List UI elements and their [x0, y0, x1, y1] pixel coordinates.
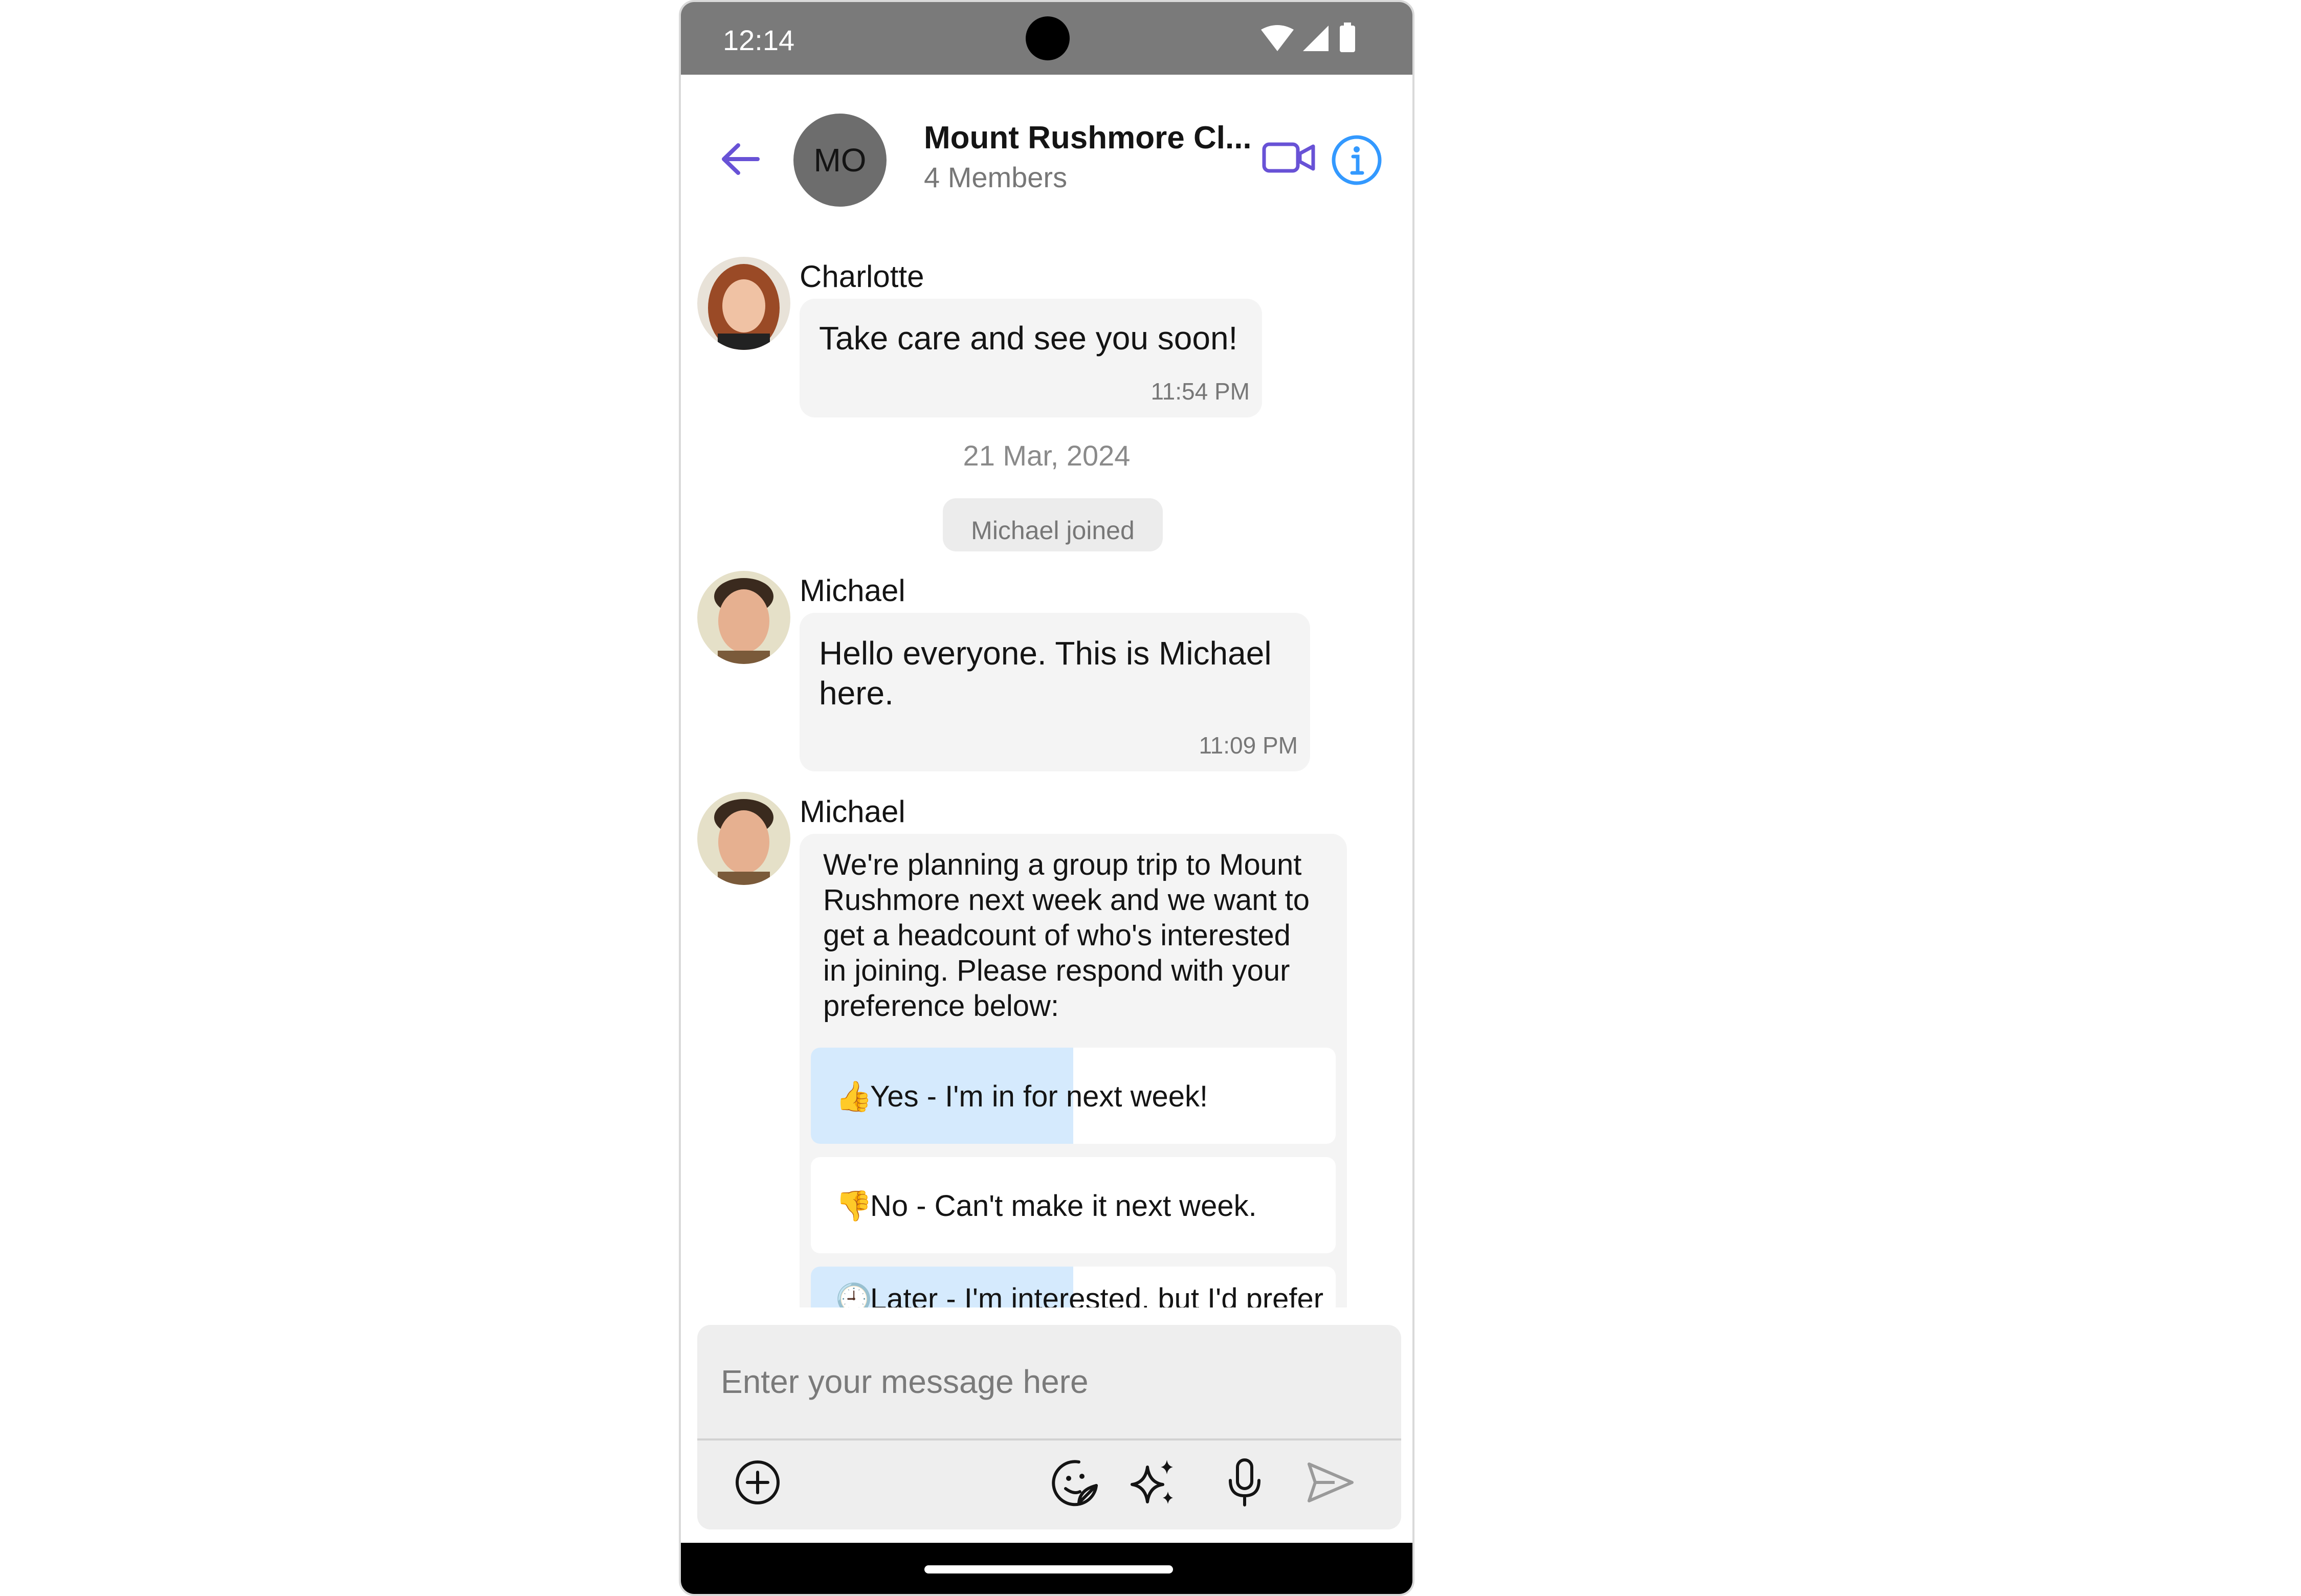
message-bubble[interactable]: Hello everyone. This is Michael here. 11…	[800, 613, 1310, 771]
wifi-icon	[1261, 25, 1294, 51]
sticker-icon	[1052, 1460, 1098, 1506]
thumbs-down-icon: 👎	[835, 1189, 873, 1223]
thumbs-up-icon: 👍	[835, 1080, 873, 1113]
navigation-bar	[681, 1543, 1412, 1594]
message-text: Hello everyone. This is Michael	[819, 635, 1272, 672]
composer-divider	[697, 1438, 1401, 1440]
message-list[interactable]: Charlotte Take care and see you soon! 11…	[681, 238, 1412, 1307]
attachment-button[interactable]	[727, 1452, 788, 1513]
front-camera	[1026, 16, 1070, 60]
poll-question-line: We're planning a group trip to Mount	[823, 848, 1302, 881]
phone-screen: 12:14 MO Mount Rushmore Cl... 4 Members	[679, 0, 1414, 1596]
video-call-icon[interactable]	[1262, 139, 1316, 176]
poll-option-text: No - Can't make it next week.	[870, 1189, 1257, 1223]
sender-name: Michael	[800, 573, 905, 608]
poll-option-later[interactable]: 🕘Later - I'm interested, but I'd prefer	[811, 1267, 1336, 1307]
group-name[interactable]: Mount Rushmore Cl...	[924, 120, 1252, 156]
status-bar: 12:14	[681, 2, 1412, 75]
status-icons	[1261, 23, 1355, 52]
message-bubble[interactable]: Take care and see you soon! 11:54 PM	[800, 299, 1262, 417]
status-time: 12:14	[723, 24, 795, 56]
sticker-button[interactable]	[1045, 1452, 1107, 1513]
info-icon[interactable]	[1331, 134, 1383, 186]
message-composer	[697, 1325, 1401, 1529]
charlotte-avatar[interactable]	[697, 257, 790, 350]
poll-option-label: 👎No - Can't make it next week.	[835, 1189, 1257, 1224]
chat-header: MO Mount Rushmore Cl... 4 Members	[681, 75, 1412, 238]
ai-assist-button[interactable]	[1123, 1452, 1184, 1513]
sparkle-icon	[1131, 1460, 1173, 1504]
group-avatar[interactable]: MO	[793, 114, 887, 207]
message-timestamp: 11:54 PM	[1150, 378, 1250, 405]
home-indicator[interactable]	[924, 1565, 1173, 1573]
microphone-icon	[1229, 1458, 1260, 1506]
poll-option-text: Later - I'm interested, but I'd prefer	[870, 1282, 1324, 1307]
add-circle-icon	[736, 1460, 780, 1504]
message-text-line2: here.	[819, 675, 894, 712]
battery-icon	[1340, 26, 1355, 52]
poll-option-no[interactable]: 👎No - Can't make it next week.	[811, 1157, 1336, 1253]
send-icon	[1308, 1462, 1354, 1502]
michael-avatar[interactable]	[697, 792, 790, 885]
member-count: 4 Members	[924, 161, 1068, 193]
poll-question-line: get a headcount of who's interested	[823, 919, 1291, 952]
poll-option-label: 👍Yes - I'm in for next week!	[835, 1079, 1208, 1114]
sender-name: Charlotte	[800, 259, 924, 294]
poll-option-label: 🕘Later - I'm interested, but I'd prefer	[835, 1282, 1323, 1307]
action-message: Michael joined	[943, 498, 1163, 551]
poll-option-yes[interactable]: 👍Yes - I'm in for next week!	[811, 1048, 1336, 1144]
date-separator: 21 Mar, 2024	[963, 439, 1131, 472]
poll-question-line: preference below:	[823, 989, 1059, 1023]
poll-bubble[interactable]: We're planning a group trip to Mount Rus…	[800, 834, 1347, 1307]
voice-record-button[interactable]	[1214, 1452, 1275, 1513]
signal-icon	[1303, 26, 1329, 51]
message-timestamp: 11:09 PM	[1199, 732, 1298, 759]
back-arrow-icon[interactable]	[718, 136, 764, 182]
poll-option-text: Yes - I'm in for next week!	[870, 1080, 1208, 1113]
poll-question-line: Rushmore next week and we want to	[823, 883, 1310, 917]
sender-name: Michael	[800, 794, 905, 829]
clock-icon: 🕘	[835, 1282, 873, 1307]
poll-question: We're planning a group trip to Mount Rus…	[823, 847, 1310, 1024]
michael-avatar[interactable]	[697, 571, 790, 664]
group-avatar-initials: MO	[813, 142, 867, 179]
poll-question-line: in joining. Please respond with your	[823, 954, 1290, 987]
send-button[interactable]	[1300, 1452, 1361, 1513]
message-input[interactable]	[697, 1325, 1401, 1438]
message-text: Take care and see you soon!	[819, 320, 1238, 357]
